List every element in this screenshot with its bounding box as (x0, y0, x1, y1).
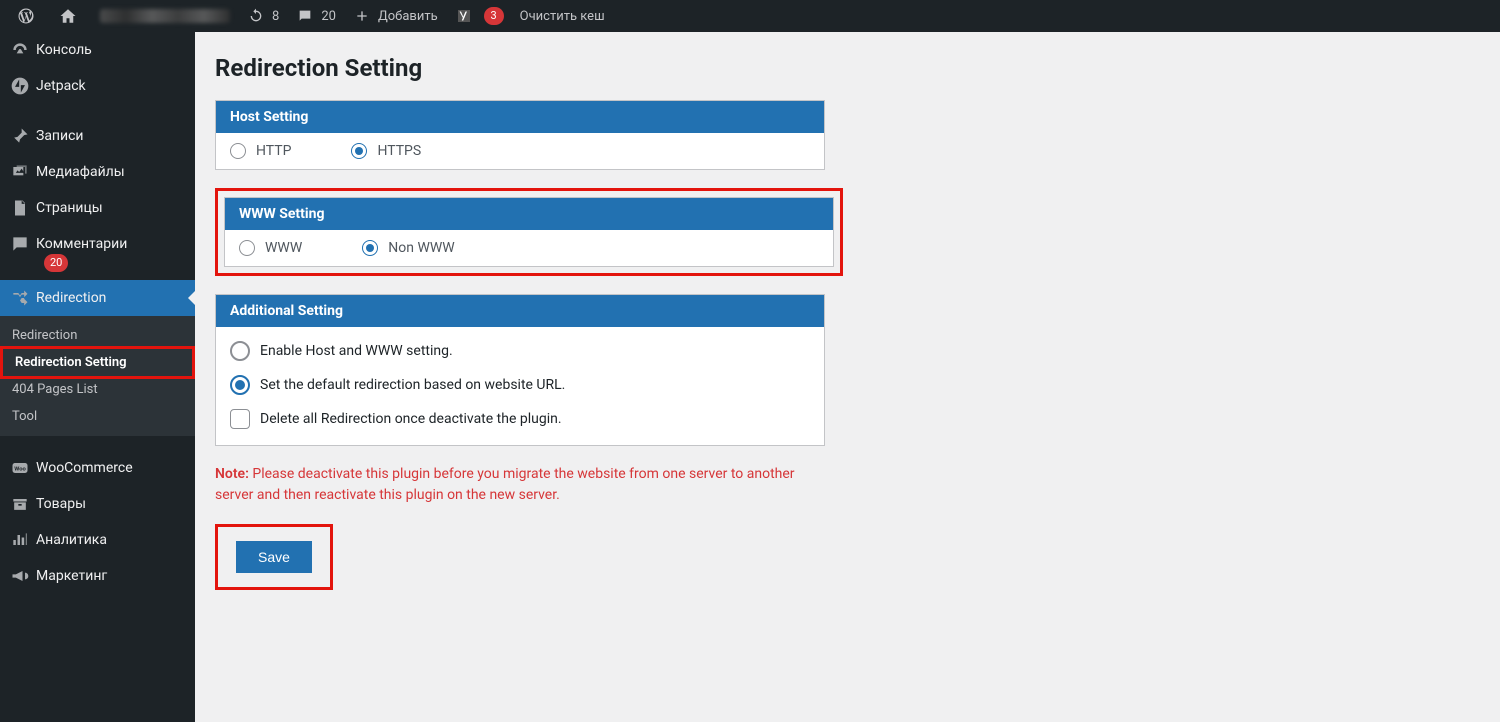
radio-icon (351, 143, 367, 159)
submenu-404-pages[interactable]: 404 Pages List (0, 376, 195, 403)
yoast-badge: 3 (484, 7, 504, 25)
sidebar-item-pages[interactable]: Страницы (0, 190, 195, 226)
submenu-redirection[interactable]: Redirection (0, 322, 195, 349)
additional-panel-header: Additional Setting (216, 295, 824, 327)
sidebar-item-label: Jetpack (36, 78, 86, 94)
woocommerce-icon: Woo (10, 458, 30, 478)
www-option-www[interactable]: WWW (239, 240, 302, 256)
jetpack-icon (10, 76, 30, 96)
radio-icon (230, 341, 250, 361)
sidebar-item-marketing[interactable]: Маркетинг (0, 558, 195, 594)
refresh-icon (246, 6, 266, 26)
radio-icon (230, 375, 250, 395)
sidebar-item-redirection[interactable]: Redirection (0, 280, 195, 316)
sidebar-item-label: Redirection (36, 290, 106, 306)
www-setting-highlight: WWW Setting WWW Non WWW (215, 188, 843, 276)
sidebar-item-jetpack[interactable]: Jetpack (0, 68, 195, 104)
sidebar-item-label: Товары (36, 496, 86, 512)
sidebar-item-label: Консоль (36, 42, 92, 58)
host-option-https[interactable]: HTTPS (351, 143, 421, 159)
site-name-redacted (100, 9, 230, 23)
option-label: Enable Host and WWW setting. (260, 343, 453, 359)
note-text: Note: Please deactivate this plugin befo… (215, 464, 825, 506)
save-highlight: Save (215, 524, 333, 590)
sidebar-item-dashboard[interactable]: Консоль (0, 32, 195, 68)
sidebar-item-analytics[interactable]: Аналитика (0, 522, 195, 558)
www-setting-panel: WWW Setting WWW Non WWW (224, 197, 834, 267)
pin-icon (10, 126, 30, 146)
option-label: HTTPS (377, 143, 421, 159)
megaphone-icon (10, 566, 30, 586)
host-option-http[interactable]: HTTP (230, 143, 291, 159)
sidebar-item-label: WooCommerce (36, 460, 133, 476)
updates-link[interactable]: 8 (238, 0, 287, 32)
yoast-link[interactable]: 3 (446, 0, 512, 32)
media-icon (10, 162, 30, 182)
submenu-redirection-setting[interactable]: Redirection Setting (3, 349, 192, 376)
redirection-submenu: Redirection Redirection Setting 404 Page… (0, 316, 195, 436)
sidebar-item-label: Медиафайлы (36, 164, 125, 180)
add-new-label: Добавить (378, 9, 438, 24)
comments-count: 20 (321, 9, 336, 24)
main-content: Redirection Setting Host Setting HTTP HT… (195, 32, 1500, 722)
option-default-redirection[interactable]: Set the default redirection based on web… (230, 375, 810, 395)
sidebar-item-products[interactable]: Товары (0, 486, 195, 522)
page-title: Redirection Setting (215, 54, 1480, 82)
option-label: Delete all Redirection once deactivate t… (260, 411, 562, 427)
radio-icon (239, 240, 255, 256)
sidebar-item-label: Комментарии (36, 236, 127, 252)
host-setting-panel: Host Setting HTTP HTTPS (215, 100, 825, 170)
dashboard-icon (10, 40, 30, 60)
page-icon (10, 198, 30, 218)
sidebar-item-comments[interactable]: Комментарии 20 (0, 226, 195, 280)
comments-link[interactable]: 20 (287, 0, 344, 32)
clear-cache-link[interactable]: Очистить кеш (512, 0, 613, 32)
yoast-icon (454, 6, 474, 26)
site-name-blurred[interactable] (92, 0, 238, 32)
admin-topbar: 8 20 Добавить 3 Очистить кеш (0, 0, 1500, 32)
sidebar-item-label: Страницы (36, 200, 103, 216)
checkbox-icon (230, 409, 250, 429)
add-new-link[interactable]: Добавить (344, 0, 446, 32)
www-option-non-www[interactable]: Non WWW (362, 240, 454, 256)
option-label: HTTP (256, 143, 291, 159)
note-body: Please deactivate this plugin before you… (215, 466, 795, 503)
wp-logo[interactable] (8, 0, 50, 32)
comments-badge: 20 (44, 254, 68, 272)
wordpress-icon (16, 6, 36, 26)
sidebar-item-label: Аналитика (36, 532, 107, 548)
comment-icon (295, 6, 315, 26)
sidebar-item-woocommerce[interactable]: Woo WooCommerce (0, 450, 195, 486)
admin-sidebar: Консоль Jetpack Записи Медиафайлы Страни… (0, 32, 195, 722)
sidebar-item-label: Записи (36, 128, 84, 144)
option-label: WWW (265, 240, 302, 256)
host-panel-header: Host Setting (216, 101, 824, 133)
option-label: Set the default redirection based on web… (260, 377, 565, 393)
shuffle-icon (10, 288, 30, 308)
option-label: Non WWW (388, 240, 454, 256)
sidebar-item-posts[interactable]: Записи (0, 118, 195, 154)
option-enable-host-www[interactable]: Enable Host and WWW setting. (230, 341, 810, 361)
save-button[interactable]: Save (236, 541, 312, 573)
updates-count: 8 (272, 9, 279, 24)
option-delete-on-deactivate[interactable]: Delete all Redirection once deactivate t… (230, 409, 810, 429)
sidebar-item-media[interactable]: Медиафайлы (0, 154, 195, 190)
submenu-tool[interactable]: Tool (0, 403, 195, 430)
analytics-icon (10, 530, 30, 550)
comment-icon (10, 234, 30, 254)
radio-icon (362, 240, 378, 256)
plus-icon (352, 6, 372, 26)
radio-icon (230, 143, 246, 159)
clear-cache-label: Очистить кеш (520, 9, 605, 24)
additional-setting-panel: Additional Setting Enable Host and WWW s… (215, 294, 825, 446)
sidebar-item-label: Маркетинг (36, 568, 107, 584)
www-panel-header: WWW Setting (225, 198, 833, 230)
home-icon (58, 6, 78, 26)
archive-icon (10, 494, 30, 514)
note-label: Note: (215, 466, 249, 482)
home-link[interactable] (50, 0, 92, 32)
svg-text:Woo: Woo (14, 467, 26, 473)
